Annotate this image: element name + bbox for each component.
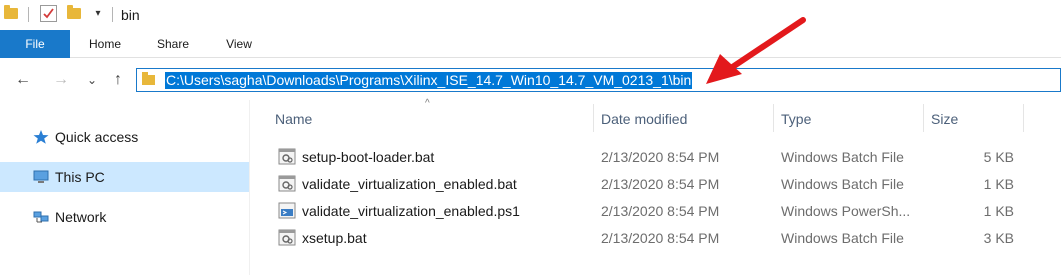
batch-file-icon bbox=[278, 148, 296, 165]
table-row[interactable]: validate_virtualization_enabled.bat 2/13… bbox=[270, 171, 1030, 197]
column-header-name[interactable]: Name bbox=[275, 108, 312, 130]
file-size: 5 KB bbox=[983, 149, 1014, 165]
tab-file[interactable]: File bbox=[0, 30, 70, 58]
sort-ascending-icon: ^ bbox=[425, 98, 430, 109]
tab-home[interactable]: Home bbox=[80, 30, 130, 58]
toolbar-separator bbox=[112, 7, 113, 22]
table-row[interactable]: validate_virtualization_enabled.ps1 2/13… bbox=[270, 198, 1030, 224]
red-arrow-annotation bbox=[706, 17, 806, 84]
toolbar-separator bbox=[28, 7, 29, 22]
batch-file-icon bbox=[278, 229, 296, 246]
nav-item-network[interactable]: Network bbox=[0, 202, 249, 232]
recent-locations-button[interactable]: ⌄ bbox=[84, 70, 100, 90]
nav-item-label: This PC bbox=[55, 169, 105, 185]
up-button[interactable]: ↑ bbox=[108, 70, 128, 90]
file-type: Windows PowerSh... bbox=[781, 203, 911, 219]
powershell-file-icon bbox=[278, 202, 296, 219]
file-size: 1 KB bbox=[983, 176, 1014, 192]
customize-dropdown-icon[interactable]: ▾ bbox=[92, 7, 104, 21]
nav-item-this-pc[interactable]: This PC bbox=[0, 162, 249, 192]
nav-item-label: Network bbox=[55, 209, 107, 225]
forward-button[interactable]: → bbox=[50, 70, 72, 90]
file-type: Windows Batch File bbox=[781, 149, 904, 165]
file-name: xsetup.bat bbox=[302, 230, 367, 246]
column-divider[interactable] bbox=[593, 104, 594, 132]
address-path[interactable]: C:\Users\sagha\Downloads\Programs\Xilinx… bbox=[165, 72, 693, 89]
address-bar[interactable]: C:\Users\sagha\Downloads\Programs\Xilinx… bbox=[136, 68, 1061, 92]
column-header-type[interactable]: Type bbox=[781, 108, 811, 130]
new-folder-icon[interactable] bbox=[67, 5, 81, 19]
column-divider[interactable] bbox=[773, 104, 774, 132]
file-date: 2/13/2020 8:54 PM bbox=[601, 149, 720, 165]
column-divider[interactable] bbox=[1023, 104, 1024, 132]
file-date: 2/13/2020 8:54 PM bbox=[601, 230, 720, 246]
file-date: 2/13/2020 8:54 PM bbox=[601, 176, 720, 192]
star-icon bbox=[33, 130, 49, 144]
pane-divider bbox=[249, 100, 250, 275]
file-date: 2/13/2020 8:54 PM bbox=[601, 203, 720, 219]
column-header-date-modified[interactable]: Date modified bbox=[601, 108, 687, 130]
file-name: validate_virtualization_enabled.ps1 bbox=[302, 203, 520, 219]
batch-file-icon bbox=[278, 175, 296, 192]
computer-icon bbox=[33, 170, 49, 183]
window-title: bin bbox=[121, 7, 140, 23]
network-icon bbox=[33, 211, 49, 223]
table-row[interactable]: xsetup.bat 2/13/2020 8:54 PM Windows Bat… bbox=[270, 225, 1030, 251]
ribbon: File Home Share View bbox=[0, 30, 1061, 58]
tab-view[interactable]: View bbox=[214, 30, 264, 58]
file-type: Windows Batch File bbox=[781, 230, 904, 246]
nav-item-quick-access[interactable]: Quick access bbox=[0, 122, 249, 152]
file-name: validate_virtualization_enabled.bat bbox=[302, 176, 517, 192]
column-header-size[interactable]: Size bbox=[931, 108, 958, 130]
table-row[interactable]: setup-boot-loader.bat 2/13/2020 8:54 PM … bbox=[270, 144, 1030, 170]
folder-icon bbox=[142, 72, 155, 85]
file-type: Windows Batch File bbox=[781, 176, 904, 192]
column-divider[interactable] bbox=[923, 104, 924, 132]
back-button[interactable]: ← bbox=[12, 70, 34, 90]
title-bar: ▾ bin bbox=[0, 0, 1061, 30]
file-name: setup-boot-loader.bat bbox=[302, 149, 435, 165]
file-size: 3 KB bbox=[983, 230, 1014, 246]
navigation-pane: Quick access This PC Network bbox=[0, 100, 250, 275]
nav-item-label: Quick access bbox=[55, 129, 139, 145]
properties-check-icon[interactable] bbox=[40, 5, 57, 22]
tab-share[interactable]: Share bbox=[148, 30, 198, 58]
folder-icon bbox=[4, 5, 18, 19]
file-size: 1 KB bbox=[983, 203, 1014, 219]
